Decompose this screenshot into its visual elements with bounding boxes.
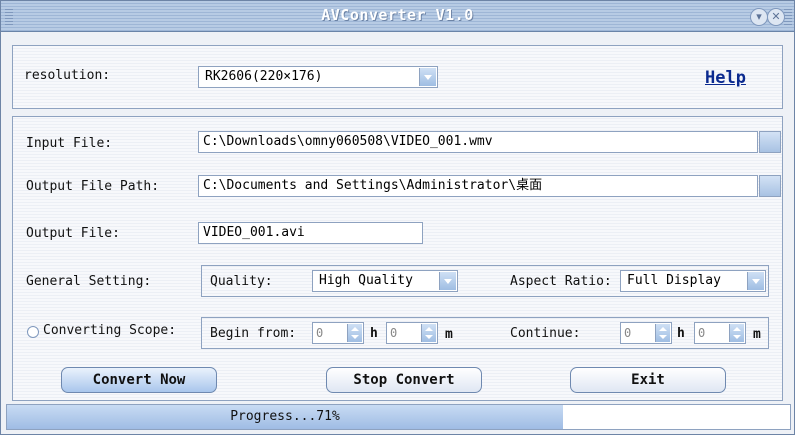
quality-value: High Quality [319, 273, 413, 288]
begin-minutes-unit: m [445, 327, 453, 342]
begin-minutes-stepper[interactable]: 0 [386, 322, 438, 344]
converting-scope-label: Converting Scope: [43, 323, 177, 338]
continue-label: Continue: [510, 326, 581, 341]
resolution-dropdown[interactable]: RK2606(220×176) [198, 66, 438, 88]
title-bar[interactable]: AVConverter V1.0 ▾ ✕ [1, 1, 794, 32]
quality-label: Quality: [210, 274, 273, 289]
begin-hours-unit: h [370, 326, 378, 341]
spin-arrows-icon[interactable] [421, 324, 436, 342]
browse-input-button[interactable] [759, 131, 781, 153]
close-icon[interactable]: ✕ [767, 8, 785, 26]
output-path-field[interactable]: C:\Documents and Settings\Administrator\… [198, 175, 758, 197]
progress-text: Progress...71% [230, 409, 340, 424]
continue-hours-unit: h [677, 326, 685, 341]
converting-scope-group: Begin from: 0 h 0 m Continue: 0 h 0 m [201, 317, 769, 349]
aspect-ratio-label: Aspect Ratio: [510, 274, 612, 289]
converting-scope-radio[interactable] [27, 326, 39, 338]
continue-minutes-unit: m [753, 327, 761, 342]
resolution-label: resolution: [24, 68, 111, 83]
resolution-panel: resolution: RK2606(220×176) Help [12, 45, 783, 109]
spin-arrows-icon[interactable] [729, 324, 744, 342]
spin-arrows-icon[interactable] [655, 324, 670, 342]
general-setting-group: Quality: High Quality Aspect Ratio: Full… [201, 265, 769, 297]
chevron-down-icon[interactable] [747, 272, 764, 290]
avconverter-window: AVConverter V1.0 ▾ ✕ resolution: RK2606(… [0, 0, 795, 435]
chevron-down-icon[interactable] [439, 272, 456, 290]
window-title: AVConverter V1.0 [321, 6, 474, 24]
begin-from-label: Begin from: [210, 326, 297, 341]
stop-convert-button[interactable]: Stop Convert [326, 367, 482, 393]
input-file-field[interactable]: C:\Downloads\omny060508\VIDEO_001.wmv [198, 131, 758, 153]
exit-button[interactable]: Exit [570, 367, 726, 393]
settings-panel: Input File: C:\Downloads\omny060508\VIDE… [12, 116, 783, 401]
minimize-icon[interactable]: ▾ [750, 8, 768, 26]
continue-hours-value: 0 [624, 326, 632, 340]
browse-output-button[interactable] [759, 175, 781, 197]
aspect-ratio-dropdown[interactable]: Full Display [620, 270, 766, 292]
begin-hours-value: 0 [316, 326, 324, 340]
quality-dropdown[interactable]: High Quality [312, 270, 458, 292]
chevron-down-icon[interactable] [419, 68, 436, 86]
spin-arrows-icon[interactable] [347, 324, 362, 342]
continue-minutes-stepper[interactable]: 0 [694, 322, 746, 344]
convert-now-button[interactable]: Convert Now [61, 367, 217, 393]
aspect-ratio-value: Full Display [627, 273, 721, 288]
begin-minutes-value: 0 [390, 326, 398, 340]
input-file-label: Input File: [26, 136, 113, 151]
output-file-label: Output File: [26, 226, 120, 241]
resolution-value: RK2606(220×176) [205, 69, 323, 84]
continue-minutes-value: 0 [698, 326, 706, 340]
begin-hours-stepper[interactable]: 0 [312, 322, 364, 344]
title-grip-right [784, 7, 792, 25]
help-link[interactable]: Help [705, 68, 746, 88]
output-file-field[interactable]: VIDEO_001.avi [198, 222, 423, 244]
continue-hours-stepper[interactable]: 0 [620, 322, 672, 344]
progress-bar: Progress...71% [6, 404, 791, 430]
output-path-label: Output File Path: [26, 179, 160, 194]
general-setting-label: General Setting: [26, 274, 152, 289]
